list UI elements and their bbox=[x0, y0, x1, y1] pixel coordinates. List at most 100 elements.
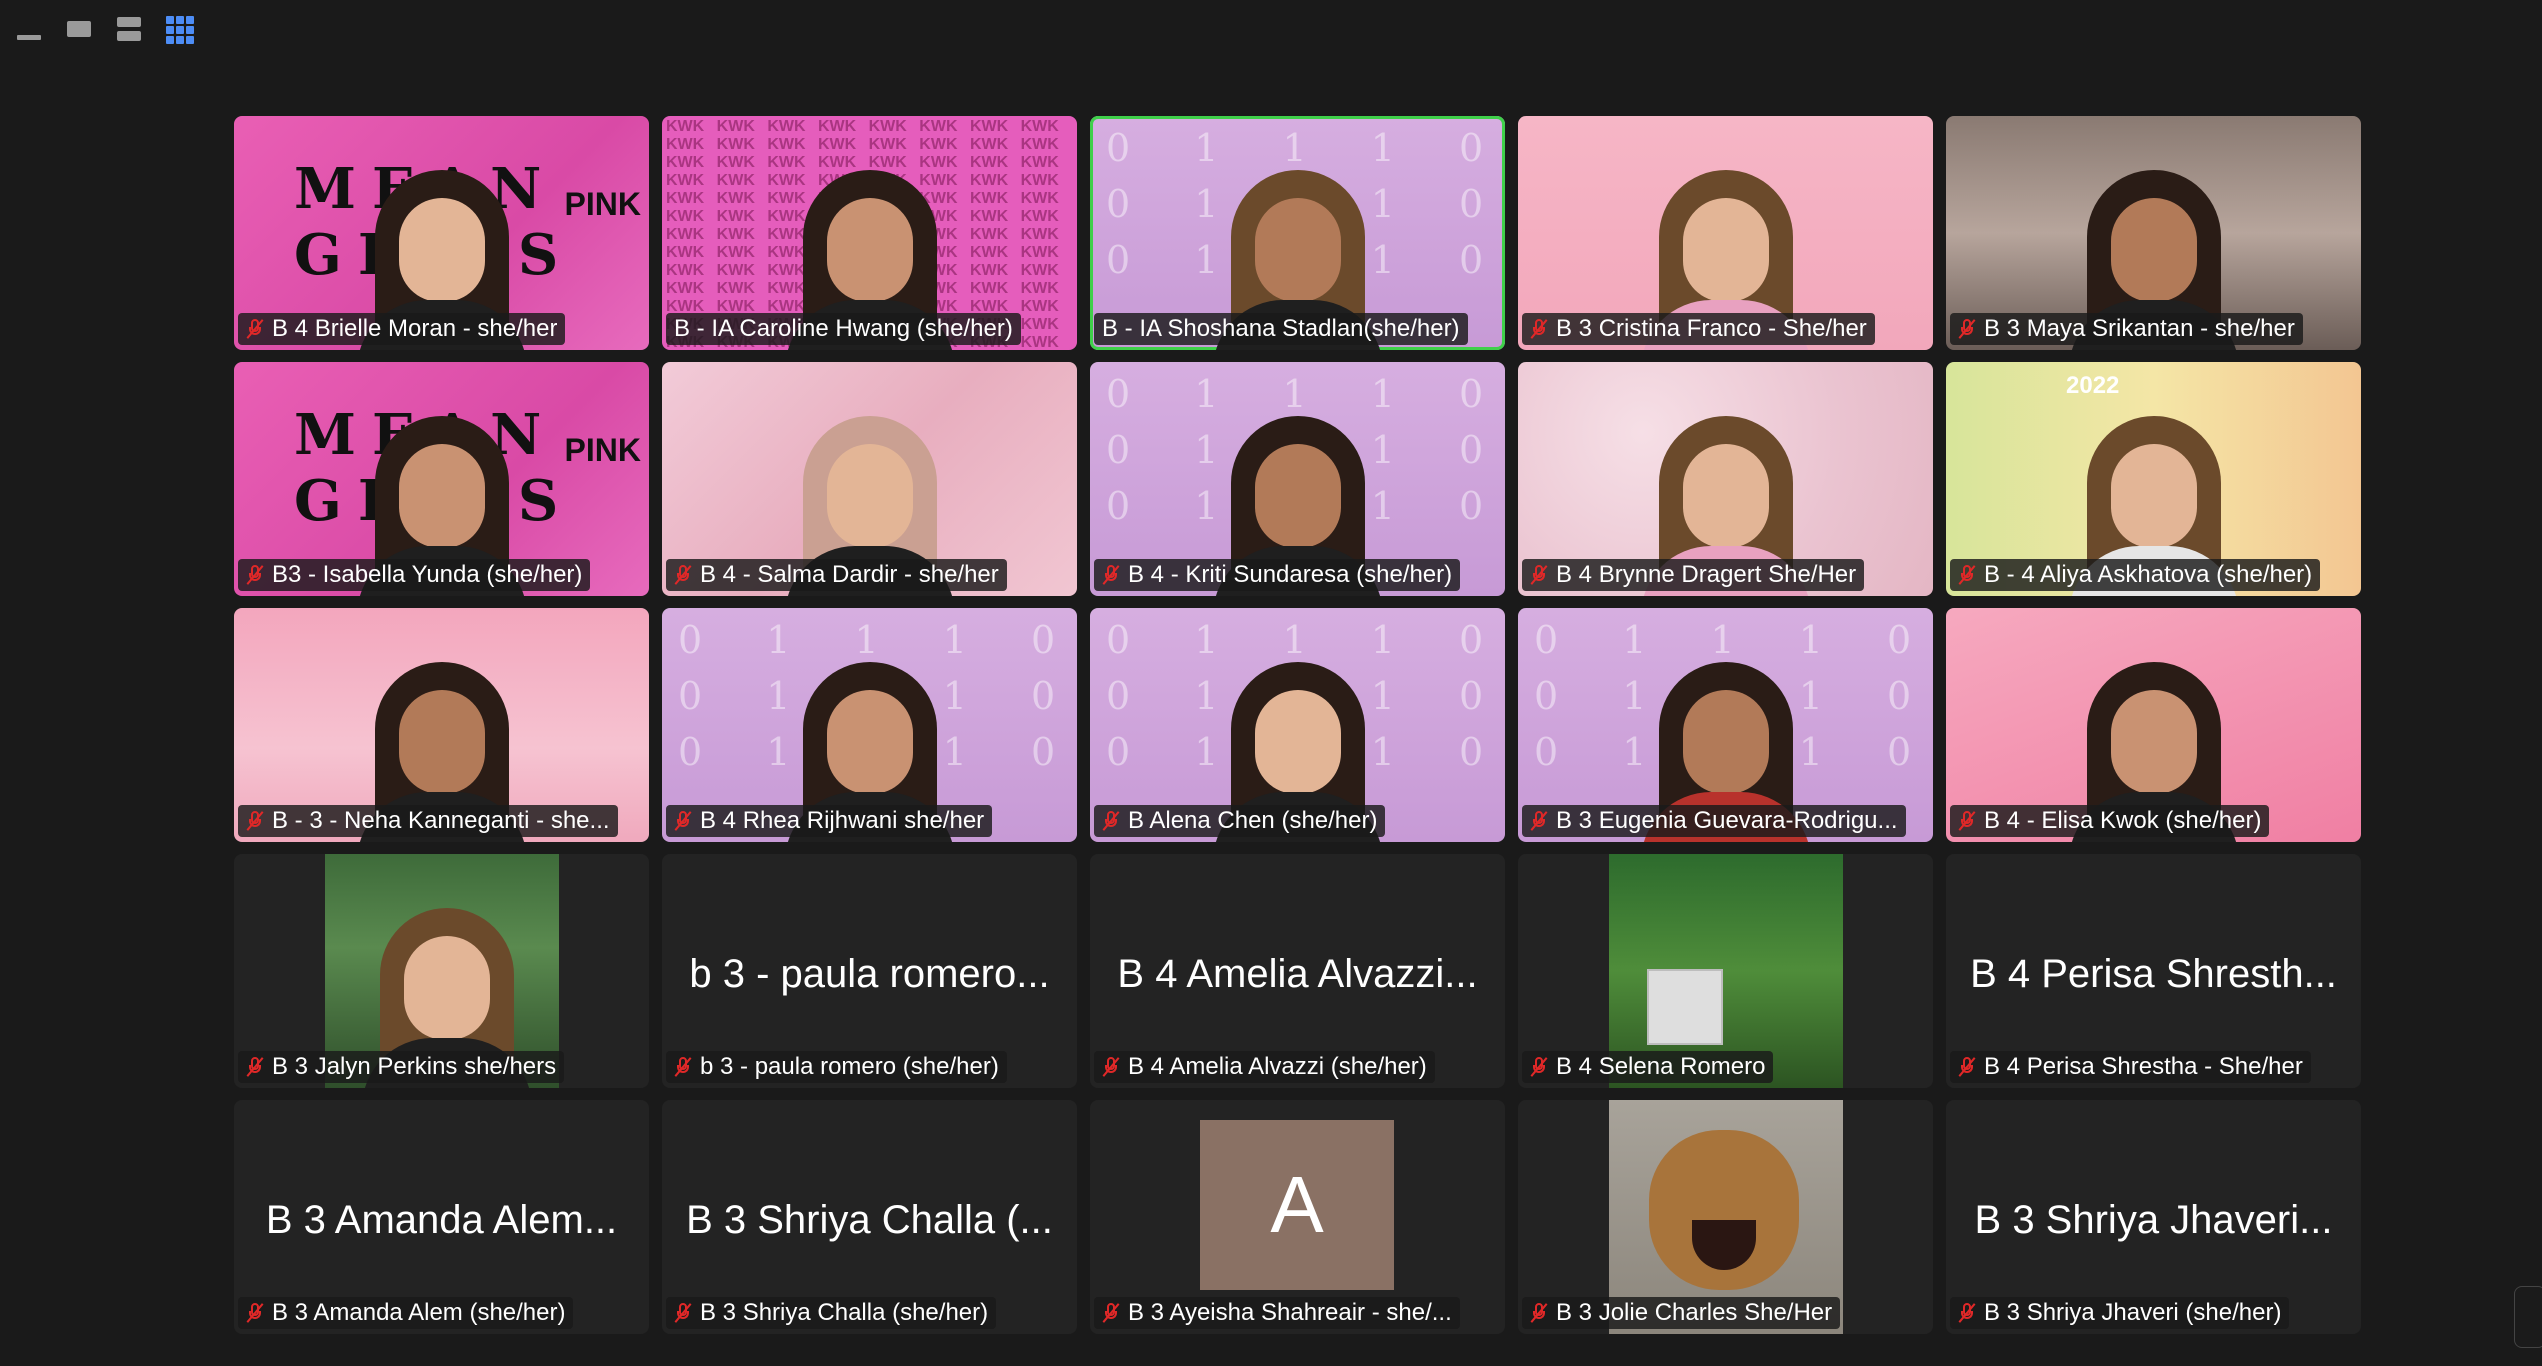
muted-mic-icon bbox=[246, 564, 264, 586]
avatar: A bbox=[1200, 1120, 1394, 1290]
participant-tile[interactable]: 0 1 1 1 0 0 0 0 0 1 1 1 0 0 0 0 0 1 1 1 … bbox=[662, 608, 1077, 842]
participant-name: B 3 Cristina Franco - She/her bbox=[1556, 315, 1867, 342]
participant-tile[interactable]: B 4 Perisa Shresth... B 4 Perisa Shrestha… bbox=[1946, 854, 2361, 1088]
participant-tile[interactable]: B 3 Jolie Charles She/Her bbox=[1518, 1100, 1933, 1334]
muted-mic-icon bbox=[674, 564, 692, 586]
stacked-view-icon[interactable] bbox=[114, 14, 144, 44]
muted-mic-icon bbox=[674, 810, 692, 832]
participant-name-label: B Alena Chen (she/her) bbox=[1094, 805, 1386, 837]
participant-name-label: B 4 Brynne Dragert She/Her bbox=[1522, 559, 1865, 591]
muted-mic-icon bbox=[1958, 1302, 1976, 1324]
muted-mic-icon bbox=[1102, 1302, 1120, 1324]
participant-display-name: B 4 Amelia Alvazzi... bbox=[1117, 952, 1478, 996]
participant-name-label: B - 3 - Neha Kanneganti - she... bbox=[238, 805, 618, 837]
participant-name-label: B - 4 Aliya Askhatova (she/her) bbox=[1950, 559, 2321, 591]
muted-mic-icon bbox=[246, 1302, 264, 1324]
face bbox=[398, 444, 485, 548]
participant-display-name: B 3 Amanda Alem... bbox=[265, 1198, 618, 1242]
participant-tile[interactable]: 0 1 1 1 0 0 0 0 0 1 1 1 0 0 0 0 0 1 1 1 … bbox=[1090, 362, 1505, 596]
participant-name-label: B 4 Perisa Shrestha - She/her bbox=[1950, 1051, 2311, 1083]
participant-display-name: B 3 Shriya Jhaveri... bbox=[1974, 1198, 2333, 1242]
face bbox=[1682, 198, 1769, 302]
participant-tile[interactable]: 0 1 1 1 0 0 0 0 0 1 1 1 0 0 0 0 0 1 1 1 … bbox=[1090, 116, 1505, 350]
participant-name: B 4 - Salma Dardir - she/her bbox=[700, 561, 999, 588]
face bbox=[1254, 690, 1341, 794]
muted-mic-icon bbox=[1102, 1056, 1120, 1078]
participant-tile[interactable]: B - 3 - Neha Kanneganti - she... bbox=[234, 608, 649, 842]
participant-tile[interactable]: B 3 Shriya Jhaveri... B 3 Shriya Jhaveri … bbox=[1946, 1100, 2361, 1334]
participant-tile[interactable]: 0 1 1 1 0 0 0 0 0 1 1 1 0 0 0 0 0 1 1 1 … bbox=[1090, 608, 1505, 842]
muted-mic-icon bbox=[1958, 564, 1976, 586]
muted-mic-icon bbox=[674, 1056, 692, 1078]
participant-name-label: B 3 Jalyn Perkins she/hers bbox=[238, 1051, 565, 1083]
muted-mic-icon bbox=[1102, 810, 1120, 832]
gallery-grid: MEAN GIRLSPINKB 4 Brielle Moran - she/he… bbox=[234, 116, 2361, 1334]
participant-name-label: B 3 Eugenia Guevara-Rodrigu... bbox=[1522, 805, 1906, 837]
participant-tile[interactable]: A B 3 Ayeisha Shahreair - she/... bbox=[1090, 1100, 1505, 1334]
muted-mic-icon bbox=[1958, 810, 1976, 832]
muted-mic-icon bbox=[1102, 564, 1120, 586]
participant-name: B 3 Jalyn Perkins she/hers bbox=[272, 1053, 557, 1080]
participant-tile[interactable]: B 3 Shriya Challa (... B 3 Shriya Challa … bbox=[662, 1100, 1077, 1334]
participant-name-label: B 3 Maya Srikantan - she/her bbox=[1950, 313, 2303, 345]
participant-tile[interactable]: B 3 Maya Srikantan - she/her bbox=[1946, 116, 2361, 350]
participant-tile[interactable]: 2022 B - 4 Aliya Askhatova (she/her) bbox=[1946, 362, 2361, 596]
participant-tile[interactable]: B 3 Cristina Franco - She/her bbox=[1518, 116, 1933, 350]
participant-name-label: B 4 - Elisa Kwok (she/her) bbox=[1950, 805, 2270, 837]
muted-mic-icon bbox=[246, 318, 264, 340]
participant-name: B 4 Brielle Moran - she/her bbox=[272, 315, 558, 342]
sheep-block bbox=[1646, 969, 1723, 1045]
participant-tile[interactable]: B 4 Brynne Dragert She/Her bbox=[1518, 362, 1933, 596]
participant-name: b 3 - paula romero (she/her) bbox=[700, 1053, 999, 1080]
face bbox=[826, 444, 913, 548]
participant-tile[interactable]: KWK KWK KWK KWK KWK KWK KWK KWK KWK KWK … bbox=[662, 116, 1077, 350]
participant-name: B - 4 Aliya Askhatova (she/her) bbox=[1984, 561, 2313, 588]
muted-mic-icon bbox=[1530, 1302, 1548, 1324]
view-toolbar bbox=[14, 14, 194, 44]
face bbox=[826, 198, 913, 302]
face bbox=[2110, 444, 2197, 548]
participant-tile[interactable]: B 4 - Elisa Kwok (she/her) bbox=[1946, 608, 2361, 842]
participant-tile[interactable]: B 4 Selena Romero bbox=[1518, 854, 1933, 1088]
participant-name-label: B 4 - Kriti Sundaresa (she/her) bbox=[1094, 559, 1461, 591]
participant-tile[interactable]: B 4 - Salma Dardir - she/her bbox=[662, 362, 1077, 596]
participant-name-label: B - IA Shoshana Stadlan(she/her) bbox=[1094, 313, 1468, 345]
background-side-text: PINK bbox=[564, 432, 641, 468]
participant-tile[interactable]: MEAN GIRLSPINKB 4 Brielle Moran - she/he… bbox=[234, 116, 649, 350]
participant-name-label: B 3 Shriya Jhaveri (she/her) bbox=[1950, 1297, 2290, 1329]
participant-name: B 4 - Elisa Kwok (she/her) bbox=[1984, 807, 2262, 834]
muted-mic-icon bbox=[1958, 318, 1976, 340]
speaker-view-icon[interactable] bbox=[14, 14, 44, 44]
participant-tile[interactable]: MEAN GIRLSPINKB3 - Isabella Yunda (she/h… bbox=[234, 362, 649, 596]
face bbox=[398, 198, 485, 302]
participant-name: B 3 Maya Srikantan - she/her bbox=[1984, 315, 2295, 342]
single-view-icon[interactable] bbox=[64, 14, 94, 44]
participant-name: B 3 Amanda Alem (she/her) bbox=[272, 1299, 566, 1326]
participant-name: B 3 Ayeisha Shahreair - she/... bbox=[1128, 1299, 1452, 1326]
muted-mic-icon bbox=[1530, 1056, 1548, 1078]
participant-name-label: B 3 Shriya Challa (she/her) bbox=[666, 1297, 997, 1329]
muted-mic-icon bbox=[1958, 1056, 1976, 1078]
participant-tile[interactable]: B 3 Amanda Alem... B 3 Amanda Alem (she/h… bbox=[234, 1100, 649, 1334]
muted-mic-icon bbox=[1530, 810, 1548, 832]
face bbox=[1254, 198, 1341, 302]
participant-tile[interactable]: 0 1 1 1 0 0 0 0 0 1 1 1 0 0 0 0 0 1 1 1 … bbox=[1518, 608, 1933, 842]
participant-name: B 3 Shriya Challa (she/her) bbox=[700, 1299, 989, 1326]
participant-display-name: B 3 Shriya Challa (... bbox=[686, 1198, 1053, 1242]
participant-tile[interactable]: B 3 Jalyn Perkins she/hers bbox=[234, 854, 649, 1088]
face bbox=[1254, 444, 1341, 548]
participant-tile[interactable]: b 3 - paula romero... b 3 - paula romero … bbox=[662, 854, 1077, 1088]
participant-name: B - IA Shoshana Stadlan(she/her) bbox=[1102, 315, 1460, 342]
face bbox=[1682, 690, 1769, 794]
participant-name: B 3 Eugenia Guevara-Rodrigu... bbox=[1556, 807, 1898, 834]
gallery-view-icon[interactable] bbox=[164, 14, 194, 44]
participant-name-label: b 3 - paula romero (she/her) bbox=[666, 1051, 1007, 1083]
participant-display-name: b 3 - paula romero... bbox=[689, 952, 1050, 996]
collapsed-panel-handle[interactable] bbox=[2514, 1286, 2542, 1348]
participant-name: B 4 Selena Romero bbox=[1556, 1053, 1766, 1080]
participant-name-label: B 4 - Salma Dardir - she/her bbox=[666, 559, 1007, 591]
participant-tile[interactable]: B 4 Amelia Alvazzi... B 4 Amelia Alvazzi … bbox=[1090, 854, 1505, 1088]
participant-name: B 3 Jolie Charles She/Her bbox=[1556, 1299, 1833, 1326]
face bbox=[403, 936, 490, 1040]
participant-name: B 3 Shriya Jhaveri (she/her) bbox=[1984, 1299, 2282, 1326]
